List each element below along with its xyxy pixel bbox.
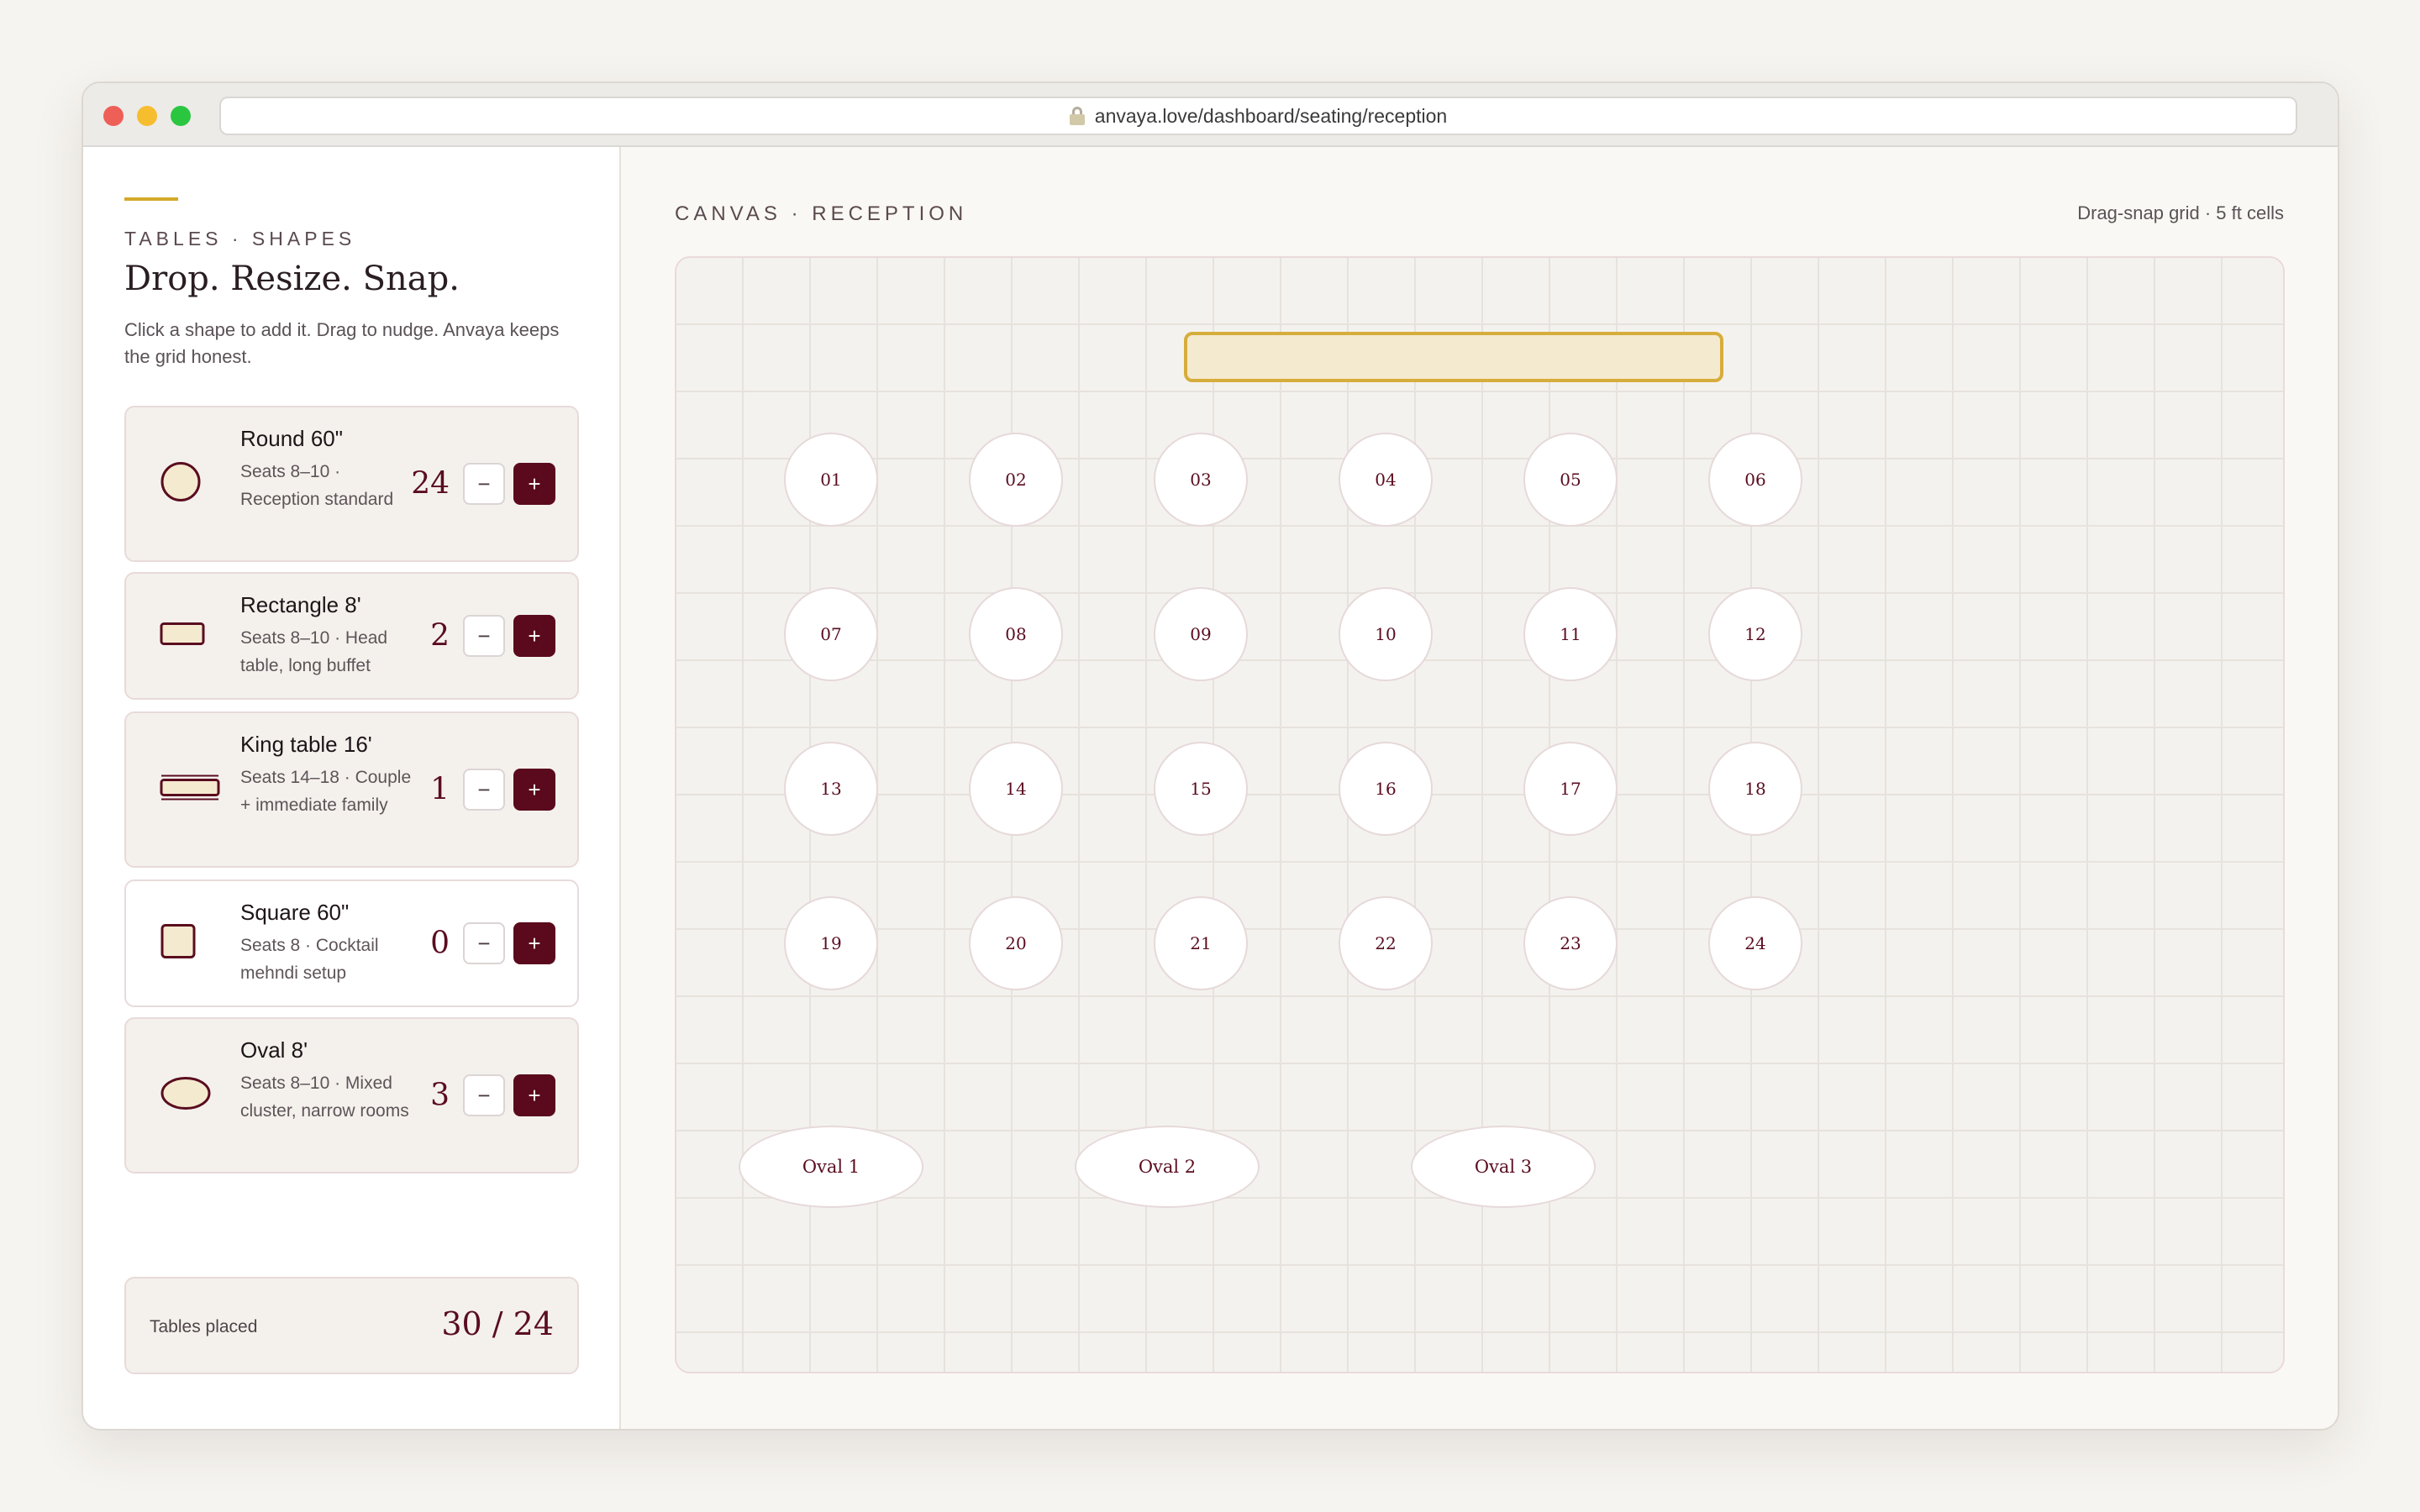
decrement-button[interactable]: − xyxy=(463,615,505,657)
round-table-21[interactable]: 21 xyxy=(1154,896,1248,990)
round-table-01[interactable]: 01 xyxy=(784,433,878,527)
king-table-icon xyxy=(160,774,220,806)
round-table-13[interactable]: 13 xyxy=(784,742,878,836)
decrement-button[interactable]: − xyxy=(463,922,505,964)
increment-button[interactable]: + xyxy=(513,615,555,657)
close-window-button[interactable] xyxy=(103,106,124,126)
round-table-08[interactable]: 08 xyxy=(969,587,1063,681)
shape-card-king-table[interactable]: King table 16' Seats 14–18 · Couple + im… xyxy=(124,711,579,868)
round-table-02[interactable]: 02 xyxy=(969,433,1063,527)
round-table-24[interactable]: 24 xyxy=(1708,896,1802,990)
round-table-12[interactable]: 12 xyxy=(1708,587,1802,681)
lock-icon xyxy=(1069,107,1085,125)
shape-description: Seats 8–10 · Reception standard xyxy=(240,462,394,509)
round-table-icon xyxy=(160,461,202,507)
shape-name: Rectangle 8' xyxy=(240,592,361,617)
shape-count: 24 xyxy=(411,466,450,501)
summary-value: 30 / 24 xyxy=(441,1305,554,1342)
round-table-17[interactable]: 17 xyxy=(1523,742,1618,836)
shape-card-round[interactable]: Round 60" Seats 8–10 · Reception standar… xyxy=(124,406,579,562)
decrement-button[interactable]: − xyxy=(463,463,505,505)
shape-card-rectangle[interactable]: Rectangle 8' Seats 8–10 · Head table, lo… xyxy=(124,572,579,700)
shape-description: Seats 8–10 · Mixed cluster, narrow rooms xyxy=(240,1074,409,1121)
increment-button[interactable]: + xyxy=(513,463,555,505)
sidebar-description: Click a shape to add it. Drag to nudge. … xyxy=(124,319,560,367)
canvas-title: CANVAS · RECEPTION xyxy=(675,202,968,225)
shapes-sidebar: TABLES · SHAPES Drop. Resize. Snap. Clic… xyxy=(83,147,621,1429)
decrement-button[interactable]: − xyxy=(463,769,505,811)
canvas-panel: CANVAS · RECEPTION Drag-snap grid · 5 ft… xyxy=(623,147,2338,1429)
shape-name: Round 60" xyxy=(240,426,343,451)
shape-description: Seats 8 · Cocktail mehndi setup xyxy=(240,936,379,983)
oval-table-2[interactable]: Oval 2 xyxy=(1075,1126,1260,1208)
square-table-icon xyxy=(160,923,197,964)
shape-count: 2 xyxy=(430,618,450,654)
shape-count: 1 xyxy=(430,772,450,807)
url-text: anvaya.love/dashboard/seating/reception xyxy=(1094,104,1448,127)
increment-button[interactable]: + xyxy=(513,922,555,964)
sidebar-eyebrow: TABLES · SHAPES xyxy=(124,228,356,249)
round-table-06[interactable]: 06 xyxy=(1708,433,1802,527)
accent-divider xyxy=(124,197,178,201)
shape-count: 3 xyxy=(430,1078,450,1113)
round-table-11[interactable]: 11 xyxy=(1523,587,1618,681)
oval-table-icon xyxy=(160,1076,212,1116)
round-table-23[interactable]: 23 xyxy=(1523,896,1618,990)
head-table[interactable] xyxy=(1184,332,1723,382)
round-table-14[interactable]: 14 xyxy=(969,742,1063,836)
shape-name: Square 60" xyxy=(240,900,350,925)
minimize-window-button[interactable] xyxy=(137,106,157,126)
round-table-15[interactable]: 15 xyxy=(1154,742,1248,836)
maximize-window-button[interactable] xyxy=(171,106,191,126)
round-table-03[interactable]: 03 xyxy=(1154,433,1248,527)
tables-placed-summary: Tables placed 30 / 24 xyxy=(124,1277,579,1374)
increment-button[interactable]: + xyxy=(513,769,555,811)
shape-description: Seats 8–10 · Head table, long buffet xyxy=(240,628,388,675)
shape-description: Seats 14–18 · Couple + immediate family xyxy=(240,768,412,815)
rectangle-table-icon xyxy=(160,622,205,651)
grid-note: Drag-snap grid · 5 ft cells xyxy=(2077,202,2284,223)
shape-name: Oval 8' xyxy=(240,1037,308,1063)
round-table-22[interactable]: 22 xyxy=(1339,896,1433,990)
round-table-19[interactable]: 19 xyxy=(784,896,878,990)
browser-window: anvaya.love/dashboard/seating/reception … xyxy=(82,81,2339,1431)
oval-table-1[interactable]: Oval 1 xyxy=(739,1126,923,1208)
round-table-20[interactable]: 20 xyxy=(969,896,1063,990)
browser-titlebar: anvaya.love/dashboard/seating/reception xyxy=(83,83,2338,147)
round-table-04[interactable]: 04 xyxy=(1339,433,1433,527)
decrement-button[interactable]: − xyxy=(463,1074,505,1116)
summary-label: Tables placed xyxy=(150,1317,258,1336)
shape-card-square[interactable]: Square 60" Seats 8 · Cocktail mehndi set… xyxy=(124,879,579,1007)
round-table-05[interactable]: 05 xyxy=(1523,433,1618,527)
round-table-18[interactable]: 18 xyxy=(1708,742,1802,836)
sidebar-title: Drop. Resize. Snap. xyxy=(124,260,460,298)
shape-name: King table 16' xyxy=(240,732,372,757)
round-table-16[interactable]: 16 xyxy=(1339,742,1433,836)
seating-canvas[interactable]: 01 02 03 04 05 06 07 08 09 10 11 12 13 14 15 16 17 18 19 20… xyxy=(675,256,2285,1373)
shape-count: 0 xyxy=(430,926,450,961)
round-table-10[interactable]: 10 xyxy=(1339,587,1433,681)
round-table-07[interactable]: 07 xyxy=(784,587,878,681)
address-bar[interactable]: anvaya.love/dashboard/seating/reception xyxy=(219,97,2297,135)
oval-table-3[interactable]: Oval 3 xyxy=(1411,1126,1596,1208)
shape-card-oval[interactable]: Oval 8' Seats 8–10 · Mixed cluster, narr… xyxy=(124,1017,579,1173)
round-table-09[interactable]: 09 xyxy=(1154,587,1248,681)
increment-button[interactable]: + xyxy=(513,1074,555,1116)
